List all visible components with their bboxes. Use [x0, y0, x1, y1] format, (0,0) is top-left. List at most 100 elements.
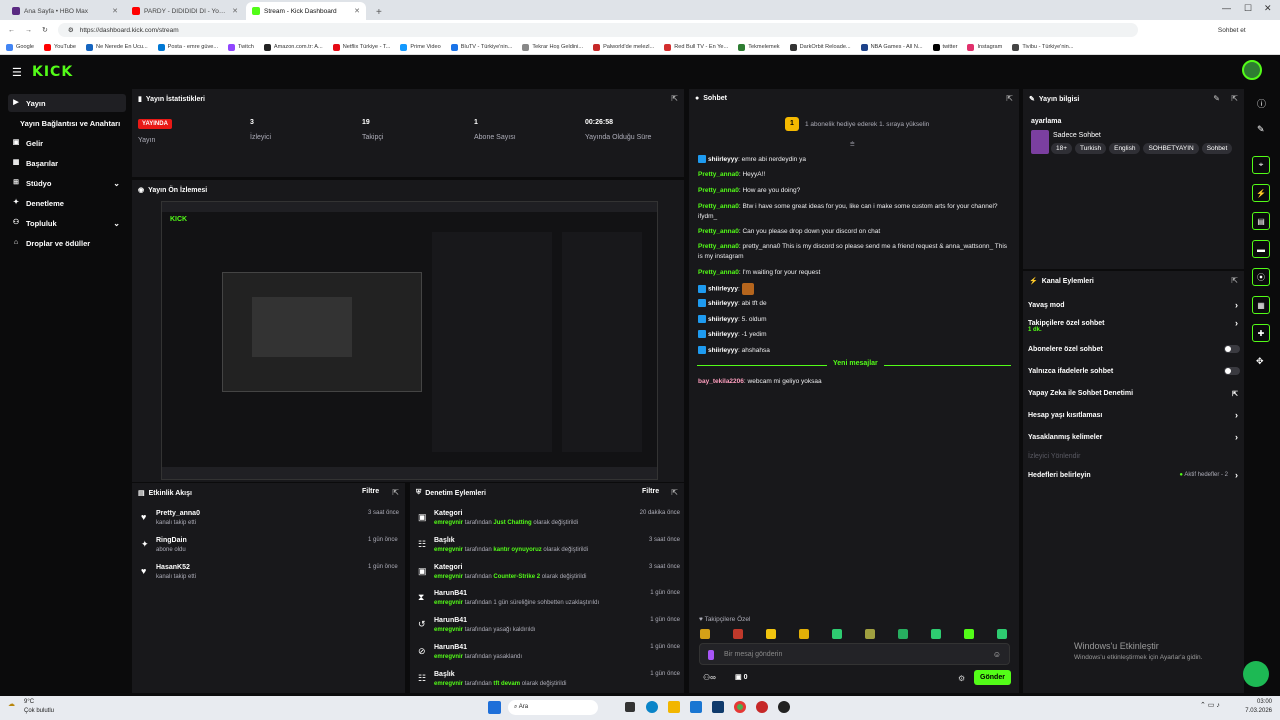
taskview-icon[interactable]	[625, 702, 635, 712]
mic-icon[interactable]	[708, 650, 714, 660]
copilot-chat-button[interactable]: Sohbet et	[1218, 27, 1246, 34]
channel-action[interactable]: Hedefleri belirleyin › ● Aktif hedefler - …	[1028, 470, 1240, 480]
activity-user[interactable]: RingDain	[156, 537, 187, 544]
bookmark-item[interactable]: Instagram	[967, 43, 1002, 51]
menu-icon[interactable]: ☰	[12, 66, 22, 79]
chat-username[interactable]: shiirleyyy	[708, 156, 738, 163]
new-tab-button[interactable]: +	[368, 7, 390, 20]
kick-logo[interactable]: KICK	[32, 64, 73, 80]
bookmark-item[interactable]: Tekmelemek	[738, 43, 780, 51]
gift-sub-badge[interactable]: 1	[785, 117, 799, 131]
chat-username[interactable]: shiirleyyy	[708, 331, 738, 338]
obs-icon[interactable]	[778, 701, 790, 713]
broadcast-icon[interactable]: ⦿	[1252, 268, 1270, 286]
bookmark-item[interactable]: Tekrar Hoş Geldini...	[522, 43, 583, 51]
tray-icons[interactable]: ⌃ ▭ ♪	[1200, 701, 1220, 709]
browser-tab[interactable]: Ana Sayfa • HBO Max ✕	[6, 2, 124, 20]
chevron-right-icon[interactable]: ›	[1235, 470, 1238, 480]
bookmark-item[interactable]: Palworld'de melezl...	[593, 43, 654, 51]
info-icon[interactable]: ⓘ	[1257, 97, 1266, 110]
app-icon[interactable]	[756, 701, 768, 713]
emote-button[interactable]	[832, 629, 842, 639]
close-window-icon[interactable]: ✕	[1264, 3, 1272, 14]
tag-chip[interactable]: 18+	[1051, 143, 1073, 154]
bookmark-item[interactable]: BluTV - Türkiye'nin...	[450, 43, 512, 51]
bookmark-item[interactable]: Tivibu - Türkiye'nin...	[1012, 43, 1073, 51]
forward-icon[interactable]: →	[25, 27, 32, 34]
avatar[interactable]	[1242, 60, 1262, 80]
emote-button[interactable]	[964, 629, 974, 639]
emote-button[interactable]	[898, 629, 908, 639]
chevron-right-icon[interactable]: ›	[1235, 300, 1238, 310]
close-tab-icon[interactable]: ✕	[354, 7, 360, 15]
chevron-down-icon[interactable]: ⌄	[113, 219, 120, 228]
bookmark-item[interactable]: Twitch	[228, 43, 254, 51]
puzzle-icon[interactable]: ✥	[1256, 356, 1264, 367]
edge-icon[interactable]	[646, 701, 658, 713]
bookmark-item[interactable]: Red Bull TV - En Ye...	[664, 43, 728, 51]
emote-button[interactable]	[733, 629, 743, 639]
popout-icon[interactable]: ⇱	[392, 488, 399, 497]
minimize-icon[interactable]: —	[1222, 3, 1231, 13]
toggle-switch[interactable]	[1224, 345, 1240, 353]
support-chat-button[interactable]	[1243, 661, 1269, 687]
emote-button[interactable]	[865, 629, 875, 639]
bookmark-item[interactable]: NBA Games - All N...	[860, 43, 923, 51]
weather-icon[interactable]: ☁	[8, 700, 15, 708]
bookmark-item[interactable]: twitter	[932, 43, 957, 51]
chevron-right-icon[interactable]: ›	[1235, 318, 1238, 328]
activity-user[interactable]: Pretty_anna0	[156, 510, 200, 517]
moderator-name[interactable]: emregvnir	[434, 574, 463, 580]
chat-username[interactable]: shiirleyyy	[708, 300, 738, 307]
chat-username[interactable]: Pretty_anna0	[698, 243, 739, 250]
stream-preview[interactable]: KICK	[161, 201, 658, 480]
chevron-down-icon[interactable]: ⌄	[113, 179, 120, 188]
lightning-icon[interactable]: ⚡	[1252, 184, 1270, 202]
emote-button[interactable]	[931, 629, 941, 639]
bookmark-item[interactable]: Amazon.com.tr: A...	[263, 43, 323, 51]
layout-icon[interactable]: ▦	[1252, 296, 1270, 314]
tag-chip[interactable]: Sohbet	[1201, 143, 1233, 154]
chat-username[interactable]: Pretty_anna0	[698, 269, 739, 276]
bookmark-item[interactable]: Ne Nerede En Ucu...	[86, 43, 148, 51]
store-icon[interactable]	[712, 701, 724, 713]
channel-action[interactable]: Takipçilere özel sohbet 1 dk. ›	[1028, 318, 1240, 333]
channel-action[interactable]: Yavaş mod ›	[1028, 300, 1240, 310]
sidebar-item[interactable]: ⊞ Stüdyo ⌄	[8, 174, 126, 192]
chrome-icon[interactable]	[734, 701, 746, 713]
emoji-icon[interactable]: ☺	[993, 650, 1001, 659]
chevron-right-icon[interactable]: ›	[1235, 410, 1238, 420]
popout-icon[interactable]: ⇱	[1231, 94, 1238, 103]
chat-username[interactable]: Pretty_anna0	[698, 228, 739, 235]
pin-icon[interactable]: ⩧	[850, 139, 855, 149]
emote-button[interactable]	[700, 629, 710, 639]
chat-username[interactable]: shiirleyyy	[708, 347, 738, 354]
mod-filter-button[interactable]: Filtre	[642, 488, 659, 495]
mail-icon[interactable]	[690, 701, 702, 713]
bookmark-item[interactable]: DarkOrbit Reloade...	[789, 43, 851, 51]
crosshair-icon[interactable]: ⌖	[1252, 156, 1270, 174]
chat-username[interactable]: Pretty_anna0	[698, 203, 739, 210]
moderator-name[interactable]: emregvnir	[434, 547, 463, 553]
external-link-icon[interactable]: ⇱	[1232, 390, 1238, 398]
emote-button[interactable]	[997, 629, 1007, 639]
popout-icon[interactable]: ⇱	[671, 488, 678, 497]
pencil-icon[interactable]: ✎	[1257, 124, 1265, 135]
moderator-name[interactable]: emregvnir	[434, 600, 463, 606]
start-icon[interactable]	[488, 701, 501, 714]
tag-chip[interactable]: English	[1109, 143, 1141, 154]
edit-icon[interactable]: ✎	[1213, 94, 1220, 103]
maximize-icon[interactable]: ☐	[1244, 3, 1252, 14]
sidebar-item[interactable]: ▣ Gelir	[8, 134, 126, 152]
sidebar-item[interactable]: ✦ Denetleme	[8, 194, 126, 212]
chat-username[interactable]: Pretty_anna0	[698, 187, 739, 194]
sidebar-item[interactable]: ⚇ Topluluk ⌄	[8, 214, 126, 232]
popout-icon[interactable]: ⇱	[1006, 94, 1013, 103]
document-icon[interactable]: ▤	[1252, 212, 1270, 230]
channel-action[interactable]: Hesap yaşı kısıtlaması ›	[1028, 410, 1240, 420]
tag-chip[interactable]: SOHBETYAYIN	[1143, 143, 1199, 154]
bookmark-item[interactable]: Posta - emre güve...	[157, 43, 218, 51]
message-icon[interactable]: ▬	[1252, 240, 1270, 258]
channel-action[interactable]: Yapay Zeka ile Sohbet Denetimi ⇱	[1028, 390, 1240, 398]
popout-icon[interactable]: ⇱	[671, 94, 678, 103]
